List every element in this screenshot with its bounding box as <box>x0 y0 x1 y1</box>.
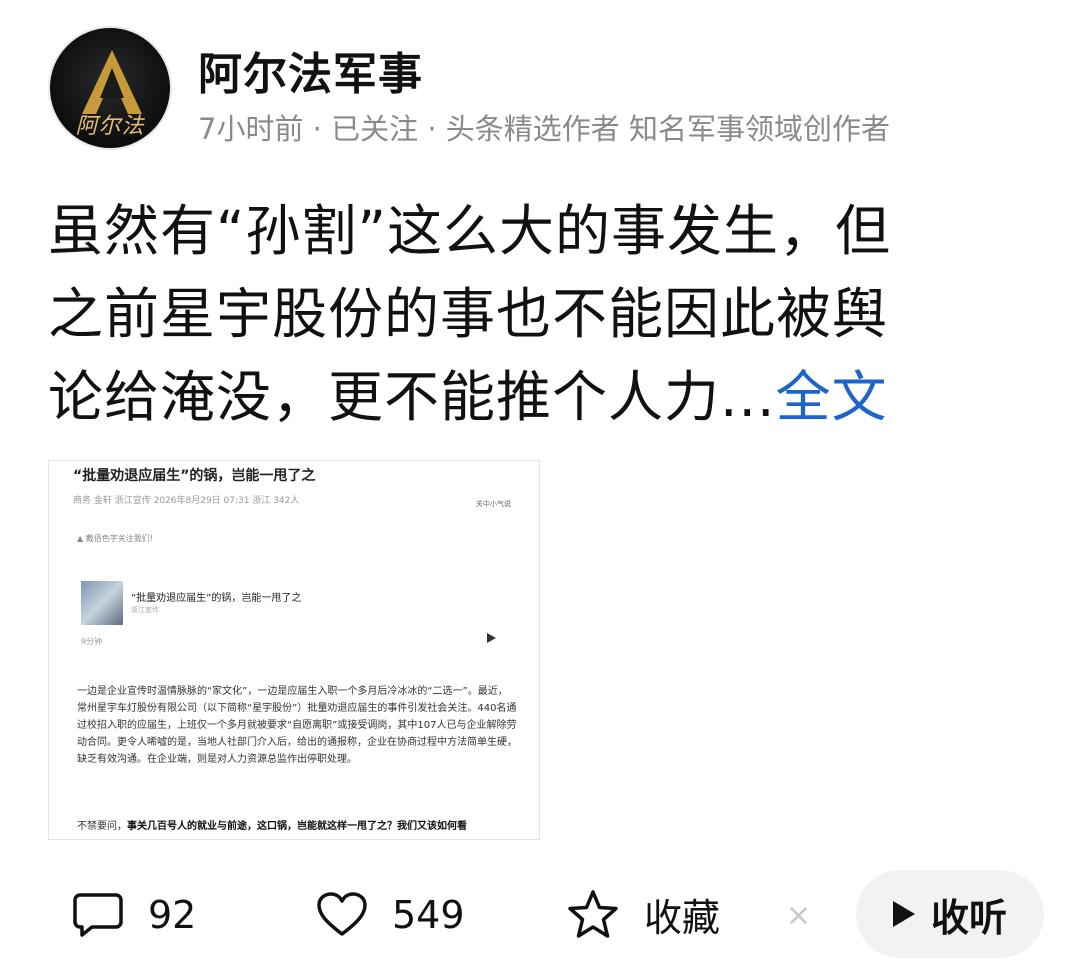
post-header: 阿尔法 阿尔法军事 7小时前 · 已关注 · 头条精选作者 知名军事领域创作者 <box>48 26 1038 150</box>
article-last-bold: 事关几百号人的就业与前途，这口锅，岂能就这样一甩了之？我们又该如何看 <box>127 821 467 832</box>
avatar-logo-text: 阿尔法 <box>75 114 145 139</box>
comment-button[interactable]: 92 <box>72 868 196 961</box>
author-name[interactable]: 阿尔法军事 <box>198 38 423 102</box>
article-note: ▲ 戴佰色字关注我们! <box>77 534 153 543</box>
post-line-3-text: 论给淹没，更不能推个人力... <box>48 365 776 429</box>
article-last-prefix: 不禁要问， <box>77 821 127 832</box>
close-icon[interactable]: × <box>786 898 811 933</box>
article-meta: 商务 金轩 浙江宣传 2026年8月29日 07:31 浙江 342人 <box>73 496 300 506</box>
heart-icon <box>317 891 367 936</box>
article-meta-right: 关中小气说 <box>476 500 511 508</box>
article-audio-card: “批量劝退应届生”的锅，岂能一甩了之 浙江宣传 <box>79 577 499 637</box>
article-title: “批量劝退应届生”的锅，岂能一甩了之 <box>73 468 316 484</box>
audio-duration: 9分钟 <box>81 637 103 646</box>
read-more-link[interactable]: 全文 <box>775 365 887 429</box>
listen-button[interactable]: 收听 <box>856 870 1044 958</box>
audio-card-source: 浙江宣传 <box>131 606 159 614</box>
comment-icon <box>73 892 123 937</box>
article-screenshot-image[interactable]: “批量劝退应届生”的锅，岂能一甩了之 商务 金轩 浙江宣传 2026年8月29日… <box>48 460 540 840</box>
post-line-1: 虽然有“孙割”这么大的事发生，但 <box>48 199 891 263</box>
article-paragraph: 一边是企业宣传时温情脉脉的“家文化”，一边是应届生入职一个多月后冷冰冰的“二选一… <box>77 686 517 765</box>
like-button[interactable]: 549 <box>316 868 465 961</box>
author-avatar[interactable]: 阿尔法 <box>48 26 172 150</box>
audio-thumbnail <box>81 581 123 625</box>
listen-label: 收听 <box>930 895 1007 940</box>
post-meta: 7小时前 · 已关注 · 头条精选作者 知名军事领域创作者 <box>198 112 890 146</box>
favorite-label: 收藏 <box>644 896 721 940</box>
comment-count: 92 <box>148 892 197 937</box>
post-line-2: 之前星宇股份的事也不能因此被舆 <box>48 282 889 346</box>
post-content[interactable]: 虽然有“孙割”这么大的事发生，但 之前星宇股份的事也不能因此被舆 论给淹没，更不… <box>48 190 1038 439</box>
article-last-line: 不禁要问，事关几百号人的就业与前途，这口锅，岂能就这样一甩了之？我们又该如何看 <box>77 817 527 832</box>
favorite-button[interactable]: 收藏 <box>566 868 720 961</box>
like-count: 549 <box>392 892 465 937</box>
post-line-3: 论给淹没，更不能推个人力...全文 <box>48 356 1038 439</box>
audio-play-icon <box>487 633 496 643</box>
play-icon <box>892 901 915 927</box>
action-bar: 92 549 收藏 × 收听 <box>0 868 1080 961</box>
audio-card-title: “批量劝退应届生”的锅，岂能一甩了之 <box>131 593 302 604</box>
star-icon <box>568 889 618 938</box>
